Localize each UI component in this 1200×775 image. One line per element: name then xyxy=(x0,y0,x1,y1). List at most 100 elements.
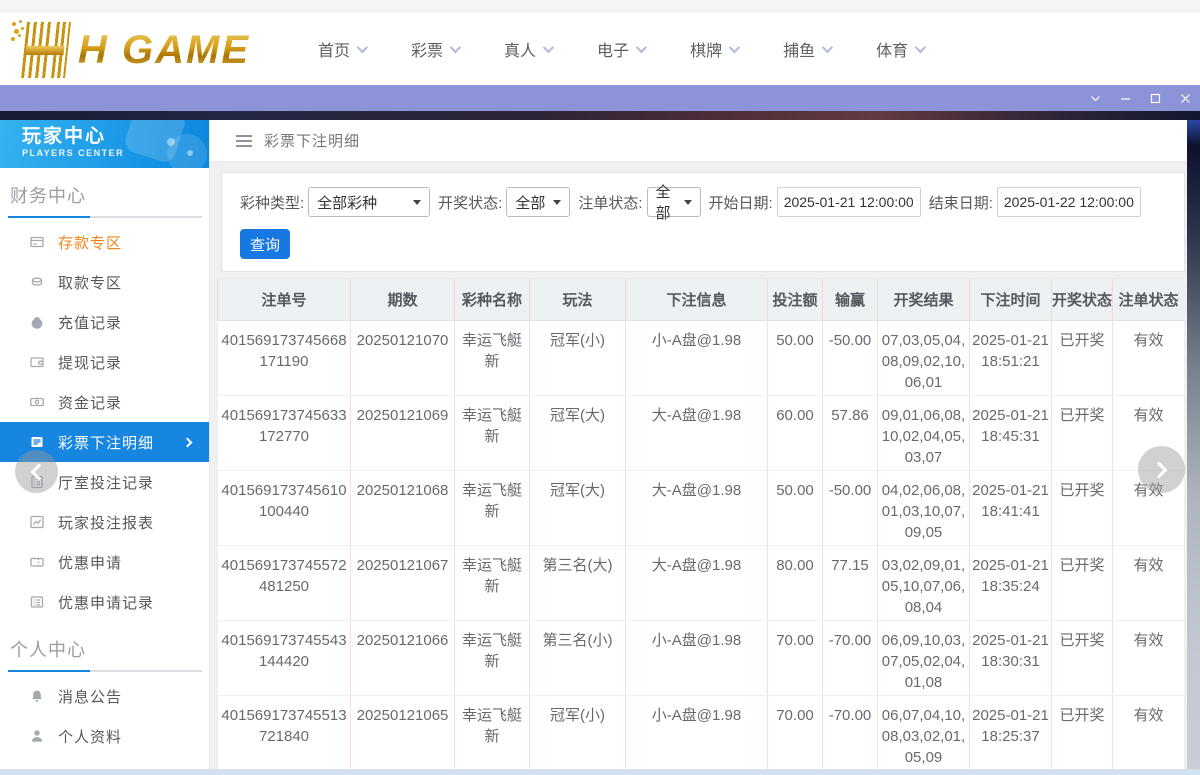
cell-period: 20250121068 xyxy=(351,471,455,546)
start-date-input[interactable] xyxy=(777,187,921,217)
cell-draw-result: 04,02,06,08,01,03,10,07,09,05 xyxy=(878,471,970,546)
cell-lottery-name: 幸运飞艇新 xyxy=(455,696,530,771)
table-row[interactable]: 401569173745543144420 20250121066 幸运飞艇新 … xyxy=(218,621,1185,696)
cell-bet-time: 2025-01-21 18:45:31 xyxy=(970,396,1052,471)
message-bell-icon xyxy=(22,688,52,704)
scroll-right-button[interactable] xyxy=(1138,446,1185,493)
sidebar-item-promo-records[interactable]: 优惠申请记录 xyxy=(0,582,209,622)
table-row[interactable]: 401569173745633172770 20250121069 幸运飞艇新 … xyxy=(218,396,1185,471)
sidebar-item-promo-apply[interactable]: 优惠申请 xyxy=(0,542,209,582)
table-row[interactable]: 401569173745513721840 20250121065 幸运飞艇新 … xyxy=(218,696,1185,771)
banknote-icon xyxy=(22,394,52,410)
cell-draw-result: 09,01,06,08,10,02,04,05,03,07 xyxy=(878,396,970,471)
table-header-cell: 下注时间 xyxy=(970,279,1052,321)
cell-win-loss: 57.86 xyxy=(823,396,878,471)
window-title-bar xyxy=(0,85,1200,111)
cell-bet-number: 401569173745668171190 xyxy=(218,321,351,396)
cell-bet-time: 2025-01-21 18:35:24 xyxy=(970,546,1052,621)
cell-draw-status: 已开奖 xyxy=(1052,621,1113,696)
dropdown-arrow-icon xyxy=(553,200,561,205)
nav-item-home[interactable]: 首页 xyxy=(318,37,365,61)
sidebar-item-messages[interactable]: 消息公告 xyxy=(0,676,209,716)
cell-play-type: 冠军(小) xyxy=(530,321,626,396)
brand-logo[interactable]: H GAME xyxy=(10,17,300,83)
order-status-select[interactable]: 全部 xyxy=(647,187,701,217)
cell-lottery-name: 幸运飞艇新 xyxy=(455,321,530,396)
cell-bet-number: 401569173745572481250 xyxy=(218,546,351,621)
nav-item-slots[interactable]: 电子 xyxy=(597,37,644,61)
nav-item-lottery[interactable]: 彩票 xyxy=(411,37,458,61)
cell-lottery-name: 幸运飞艇新 xyxy=(455,546,530,621)
cell-period: 20250121066 xyxy=(351,621,455,696)
bet-details-table: 注单号期数彩种名称玩法下注信息投注额输赢开奖结果下注时间开奖状态注单状态 401… xyxy=(217,278,1200,771)
search-button[interactable]: 查询 xyxy=(240,229,290,259)
nav-item-sports[interactable]: 体育 xyxy=(876,37,923,61)
sidebar-item-funds-records[interactable]: 资金记录 xyxy=(0,382,209,422)
cell-bet-number: 401569173745513721840 xyxy=(218,696,351,771)
filter-panel: 彩种类型: 全部彩种 开奖状态: 全部 注单状态: 全部 开始日期: 结束日期: xyxy=(221,172,1185,272)
app-header: H GAME 首页 彩票 真人 电子 棋牌 捕鱼 体育 xyxy=(0,13,1200,85)
sidebar-item-withdraw[interactable]: 取款专区 xyxy=(0,262,209,302)
nav-item-boardgames[interactable]: 棋牌 xyxy=(690,37,737,61)
window-maximize-icon[interactable] xyxy=(1140,85,1170,111)
cell-bet-info: 大-A盘@1.98 xyxy=(626,546,768,621)
page-title: 彩票下注明细 xyxy=(264,130,360,151)
hamburger-menu-icon[interactable] xyxy=(236,135,252,147)
cell-bet-info: 小-A盘@1.98 xyxy=(626,621,768,696)
nav-item-live[interactable]: 真人 xyxy=(504,37,551,61)
table-row[interactable]: 401569173745610100440 20250121068 幸运飞艇新 … xyxy=(218,471,1185,546)
wallet-icon xyxy=(22,354,52,370)
horizontal-scrollbar[interactable] xyxy=(0,769,1200,775)
cell-order-status: 有效 xyxy=(1113,696,1185,771)
sidebar-item-player-report[interactable]: 玩家投注报表 xyxy=(0,502,209,542)
window-minimize-icon[interactable] xyxy=(1110,85,1140,111)
sidebar-item-recharge-records[interactable]: 充值记录 xyxy=(0,302,209,342)
chevron-left-icon xyxy=(31,463,48,480)
lottery-type-select[interactable]: 全部彩种 xyxy=(308,187,430,217)
sidebar-item-profile[interactable]: 个人资料 xyxy=(0,716,209,756)
cell-bet-time: 2025-01-21 18:41:41 xyxy=(970,471,1052,546)
chevron-right-icon xyxy=(1151,461,1168,478)
nav-item-fishing[interactable]: 捕鱼 xyxy=(783,37,830,61)
cell-bet-info: 小-A盘@1.98 xyxy=(626,321,768,396)
table-header-cell: 下注信息 xyxy=(626,279,768,321)
cell-lottery-name: 幸运飞艇新 xyxy=(455,471,530,546)
window-collapse-icon[interactable] xyxy=(1080,85,1110,111)
sidebar-item-withdrawal-records[interactable]: 提现记录 xyxy=(0,342,209,382)
sidebar-item-deposit[interactable]: 存款专区 xyxy=(0,222,209,262)
draw-status-select[interactable]: 全部 xyxy=(506,187,570,217)
cell-win-loss: -50.00 xyxy=(823,471,878,546)
cell-period: 20250121065 xyxy=(351,696,455,771)
lottery-bet-list-icon xyxy=(22,434,52,450)
cell-play-type: 冠军(大) xyxy=(530,471,626,546)
cell-order-status: 有效 xyxy=(1113,321,1185,396)
cell-draw-status: 已开奖 xyxy=(1052,546,1113,621)
main-nav: 首页 彩票 真人 电子 棋牌 捕鱼 体育 xyxy=(318,13,969,85)
end-date-input[interactable] xyxy=(997,187,1141,217)
cell-lottery-name: 幸运飞艇新 xyxy=(455,621,530,696)
window-close-icon[interactable] xyxy=(1170,85,1200,111)
draw-status-label: 开奖状态: xyxy=(438,192,502,213)
dropdown-arrow-icon xyxy=(413,200,421,205)
dropdown-arrow-icon xyxy=(684,200,692,205)
end-date-label: 结束日期: xyxy=(929,192,993,213)
cell-draw-status: 已开奖 xyxy=(1052,696,1113,771)
cell-play-type: 第三名(小) xyxy=(530,621,626,696)
scroll-left-button[interactable] xyxy=(15,450,58,493)
cell-lottery-name: 幸运飞艇新 xyxy=(455,396,530,471)
table-row[interactable]: 401569173745668171190 20250121070 幸运飞艇新 … xyxy=(218,321,1185,396)
sidebar: 玩家中心 PLAYERS CENTER 财务中心 存款专区 取款专区 充值记录 xyxy=(0,120,210,775)
cell-bet-amount: 50.00 xyxy=(768,471,823,546)
cell-bet-amount: 60.00 xyxy=(768,396,823,471)
order-status-label: 注单状态: xyxy=(578,192,642,213)
cell-play-type: 第三名(大) xyxy=(530,546,626,621)
table-row[interactable]: 401569173745572481250 20250121067 幸运飞艇新 … xyxy=(218,546,1185,621)
start-date-label: 开始日期: xyxy=(709,192,773,213)
cell-bet-info: 大-A盘@1.98 xyxy=(626,396,768,471)
chevron-right-icon xyxy=(183,437,193,447)
chevron-down-icon xyxy=(357,42,368,53)
cell-bet-amount: 50.00 xyxy=(768,321,823,396)
cell-draw-result: 03,02,09,01,05,10,07,06,08,04 xyxy=(878,546,970,621)
breadcrumb: 彩票下注明细 xyxy=(210,120,1200,162)
withdraw-hand-icon xyxy=(22,274,52,290)
